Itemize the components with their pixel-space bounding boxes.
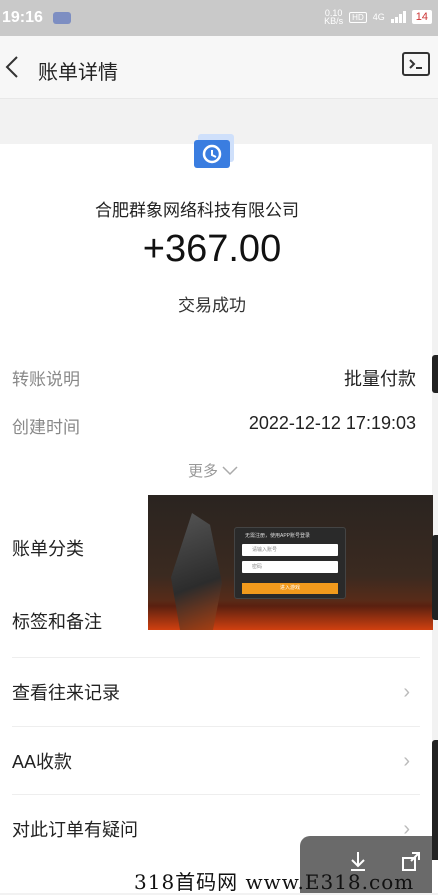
ad-password-field[interactable]: 密码 [242, 561, 338, 573]
network-speed: 0.10 KB/s [324, 8, 344, 26]
created-time-value: 2022-12-12 17:19:03 [248, 413, 416, 433]
edge-strip [432, 740, 438, 870]
list-item-aa-collect[interactable]: AA收款 › [0, 727, 432, 795]
notification-icon [52, 12, 71, 24]
edge-strip [432, 535, 438, 620]
chevron-right-icon: › [403, 749, 410, 772]
nav-bar: 账单详情 [0, 36, 438, 99]
transaction-status: 交易成功 [178, 296, 246, 315]
network-type: 4G [372, 12, 385, 22]
list-item-label: 查看往来记录 [12, 683, 120, 703]
created-time-label: 创建时间 [12, 418, 80, 437]
ad-panel-title: 无需注册，使用APP账号登录 [245, 533, 311, 539]
watermark: 318首码网 www.E318.com [134, 870, 415, 894]
hd-badge: HD [349, 11, 367, 23]
signal-icon [390, 11, 406, 23]
status-bar: 19:16 0.10 KB/s HD 4G 14 [0, 0, 438, 36]
payment-logo-icon [190, 130, 240, 176]
list-item-history[interactable]: 查看往来记录 › [0, 658, 432, 726]
status-icons: 0.10 KB/s HD 4G 14 [324, 8, 432, 26]
more-label: 更多 [188, 463, 219, 480]
list-item-label: 账单分类 [12, 539, 84, 559]
list-item-label: 对此订单有疑问 [12, 820, 138, 840]
list-item-label: AA收款 [12, 752, 73, 772]
edge-strip [432, 355, 438, 393]
chevron-right-icon: › [403, 680, 410, 703]
battery-icon: 14 [411, 10, 432, 24]
status-time: 19:16 [2, 9, 43, 26]
transfer-note-label: 转账说明 [12, 370, 80, 389]
chevron-down-icon [222, 465, 238, 475]
transaction-amount: +367.00 [142, 228, 282, 270]
game-ad-overlay[interactable]: 无需注册，使用APP账号登录 请输入账号 密码 进入游戏 [148, 495, 433, 630]
page-title: 账单详情 [38, 62, 118, 84]
ad-login-panel: 无需注册，使用APP账号登录 请输入账号 密码 进入游戏 [234, 527, 346, 599]
transfer-note-value: 批量付款 [344, 369, 416, 389]
company-name: 合肥群象网络科技有限公司 [95, 201, 299, 220]
ad-enter-button[interactable]: 进入游戏 [242, 583, 338, 594]
back-icon[interactable] [0, 52, 24, 82]
console-menu-icon[interactable] [402, 52, 430, 76]
ad-account-field[interactable]: 请输入账号 [242, 544, 338, 556]
list-item-label: 标签和备注 [12, 612, 102, 632]
more-toggle[interactable]: 更多 [188, 460, 238, 481]
